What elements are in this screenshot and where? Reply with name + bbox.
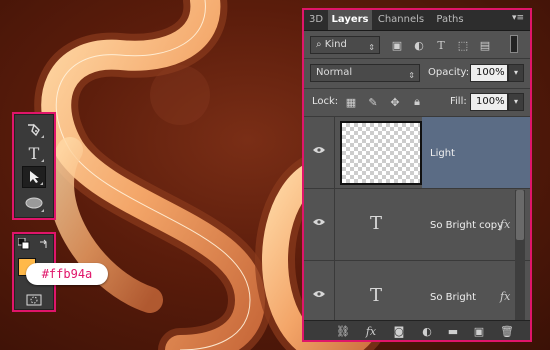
search-icon: ⌕ [316,39,325,50]
filter-kind-select[interactable]: ⌕ Kind ⇕ [310,36,380,54]
updown-icon: ⇕ [368,43,375,52]
default-colors-icon[interactable] [18,238,30,250]
arrow-icon [30,171,39,183]
text-layer-thumb-icon: T [370,285,383,306]
lock-position-icon[interactable]: ✥ [388,95,402,109]
opacity-input[interactable]: 100% [470,64,508,82]
type-icon: T [28,143,40,163]
filter-type-icon[interactable]: T [434,38,448,52]
delete-layer-icon[interactable]: 🗑︎ [500,324,514,338]
add-style-icon[interactable]: fx [364,324,378,338]
layers-bottom-bar: ⛓ fx ◙ ◐ ▬ ▣ 🗑︎ [304,320,530,340]
pen-icon [28,123,40,137]
type-tool[interactable]: T [22,142,46,164]
layers-scrollbar[interactable] [515,190,525,320]
updown-icon: ⇕ [408,71,415,80]
link-layers-icon[interactable]: ⛓ [336,324,350,338]
lock-all-icon[interactable]: 🔒︎ [410,95,424,109]
hex-color-callout: #ffb94a [26,263,108,285]
lock-image-icon[interactable]: ✎ [366,95,380,109]
blend-mode-value: Normal [316,67,353,78]
filter-pixel-icon[interactable]: ▣ [390,38,404,52]
layer-name: Light [430,148,455,159]
layer-name: So Bright copy [430,220,504,231]
kind-label: Kind [324,39,347,50]
scrollbar-thumb[interactable] [516,190,524,240]
fill-input[interactable]: 100% [470,93,508,111]
path-selection-tool[interactable] [22,166,46,188]
fill-label: Fill: [450,96,467,107]
eye-icon [313,147,325,153]
tab-layers[interactable]: Layers [328,10,372,30]
layer-row-light[interactable]: Light [304,116,530,189]
eye-icon [313,291,325,297]
quick-mask-icon[interactable] [26,294,42,306]
opacity-dropdown[interactable]: ▾ [508,64,524,82]
ellipse-icon [25,197,43,209]
fill-dropdown[interactable]: ▾ [508,93,524,111]
tab-3d[interactable]: 3D [304,10,328,30]
tab-channels[interactable]: Channels [372,10,430,30]
opacity-label: Opacity: [428,67,470,78]
filter-toggle[interactable] [510,35,518,53]
visibility-toggle[interactable] [304,189,335,260]
fx-icon[interactable]: fx [500,290,510,303]
layer-row-so-bright-copy[interactable]: T So Bright copy fx [304,188,530,260]
visibility-toggle[interactable] [304,117,335,188]
tab-paths[interactable]: Paths [430,10,470,30]
add-mask-icon[interactable]: ◙ [392,324,406,338]
new-group-icon[interactable]: ▬ [446,324,460,338]
swap-colors-icon[interactable] [38,238,50,250]
lock-transparent-icon[interactable]: ▦ [344,95,358,109]
filter-adjustment-icon[interactable]: ◐ [412,38,426,52]
tools-panel: T [12,112,56,220]
filter-smart-object-icon[interactable]: ▤ [478,38,492,52]
pen-tool[interactable] [22,118,46,140]
lock-label: Lock: [312,96,339,107]
layer-name: So Bright [430,292,477,303]
layer-thumbnail [340,121,422,185]
panel-tabs: 3D Layers Channels Paths ▾≡ [304,10,530,31]
fx-icon[interactable]: fx [500,218,510,231]
new-layer-icon[interactable]: ▣ [472,324,486,338]
blend-mode-select[interactable]: Normal ⇕ [310,64,420,82]
panel-menu-icon[interactable]: ▾≡ [512,13,524,23]
eye-icon [313,219,325,225]
new-adjustment-icon[interactable]: ◐ [420,324,434,338]
text-layer-thumb-icon: T [370,213,383,234]
filter-shape-icon[interactable]: ⬚ [456,38,470,52]
layers-panel: 3D Layers Channels Paths ▾≡ ⌕ Kind ⇕ ▣ ◐ … [302,8,532,342]
ellipse-tool[interactable] [22,192,46,214]
